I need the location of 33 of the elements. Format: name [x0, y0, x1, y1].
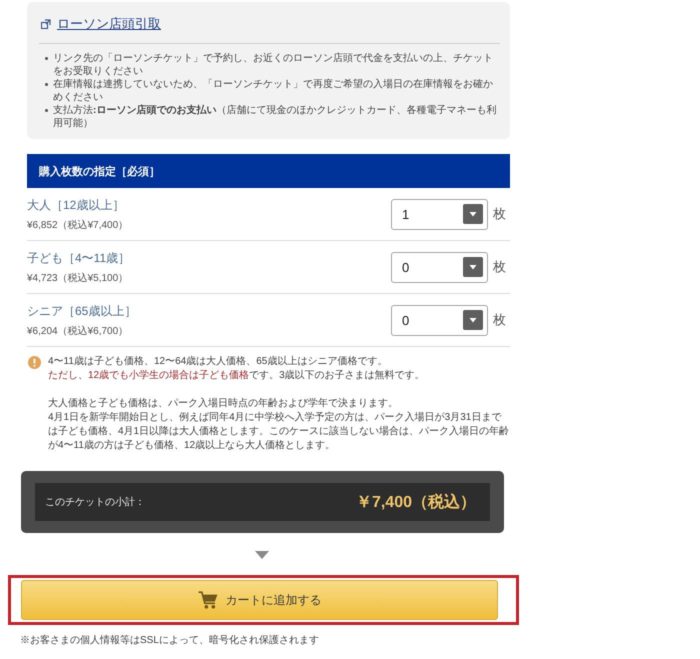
add-to-cart-button[interactable]: カートに追加する: [21, 580, 498, 620]
unit-label: 枚: [493, 258, 506, 276]
unit-label: 枚: [493, 311, 506, 329]
pickup-link[interactable]: ローソン店頭引取: [57, 15, 161, 33]
quantity-select[interactable]: 0: [391, 304, 488, 336]
quantity-select[interactable]: 0: [391, 252, 488, 282]
down-triangle-icon: [255, 551, 269, 559]
external-link-icon: [41, 19, 51, 29]
unit-label: 枚: [493, 205, 506, 223]
ticket-type-label: シニア［65歳以上］: [27, 302, 136, 320]
bullet-icon: [45, 57, 48, 60]
bullet-icon: [45, 83, 48, 86]
quantity-select[interactable]: 1: [391, 198, 488, 230]
info-text: リンク先の「ローソンチケット」で予約し、お近くのローソン店頭で代金を支払いの上、チケットをお受取りください: [53, 52, 494, 78]
info-text: 支払方法:ローソン店頭でのお支払い（店舗にて現金のほかクレジットカード、各種電子マネーも利用可能）: [53, 104, 498, 130]
subtotal-label: このチケットの小計：: [45, 496, 145, 509]
ticket-price: ¥6,204（税込¥6,700）: [27, 324, 130, 338]
subtotal-amount: ￥7,400（税込）: [356, 492, 476, 512]
note-paragraph: 大人価格と子ども価格は、パーク入場日時点の年齢および学年で決まります。 4月1日を新学年開始日とし、例えば同年4月に中学校へ入学予定の方は、パーク入場日が3月31日までは子ども価格、4月1日以降は大人価格とします。このケースに該当しない場合は、パーク入場日の年齢が4〜11歳の方は子ども価格、12歳以上なら大人価格とします。: [48, 397, 510, 453]
cart-icon: [198, 591, 218, 609]
ticket-type-label: 子ども［4〜11歳］: [27, 250, 130, 266]
caret-icon: [463, 310, 483, 330]
info-text: 在庫情報は連携していないため、「ローソンチケット」で再度ご希望の入場日の在庫情報をお確かめください: [53, 78, 494, 104]
bullet-icon: [45, 109, 48, 112]
section-header: 購入枚数の指定［必須］: [27, 154, 510, 188]
ticket-type-label: 大人［12歳以上］: [27, 196, 126, 214]
security-note: ※お客さまの個人情報等はSSLによって、暗号化され保護されます: [20, 634, 320, 647]
caret-icon: [463, 257, 483, 277]
caret-icon: [463, 204, 483, 224]
warning-icon: [28, 356, 41, 369]
ticket-price: ¥4,723（税込¥5,100）: [27, 272, 130, 284]
ticket-price: ¥6,852（税込¥7,400）: [27, 218, 128, 232]
note-paragraph: 4〜11歳は子ども価格、12〜64歳は大人価格、65歳以上はシニア価格です。 ただし、12歳でも小学生の場合は子ども価格です。3歳以下のお子さまは無料です。: [48, 355, 426, 383]
